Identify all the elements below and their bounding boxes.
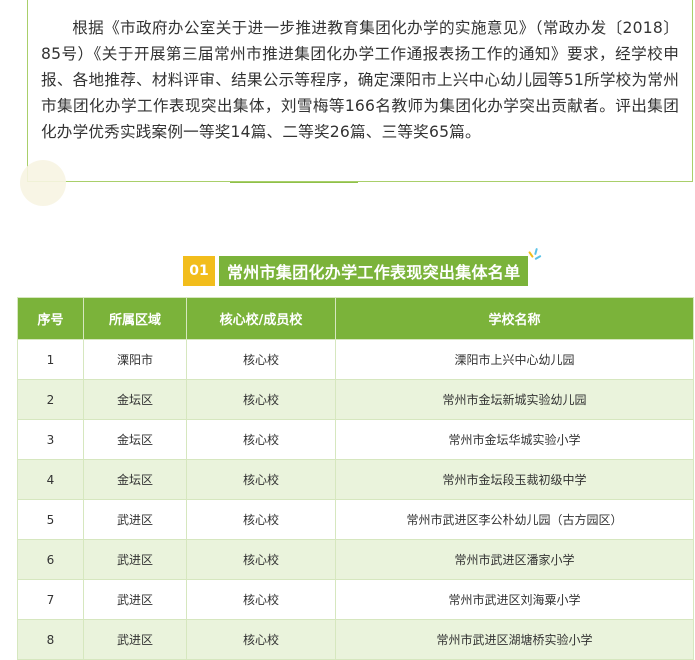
- cell-region: 武进区: [83, 619, 187, 660]
- intro-box: 根据《市政府办公室关于进一步推进教育集团化办学的实施意见》（常政办发〔2018〕…: [27, 0, 693, 182]
- header-school-name: 学校名称: [335, 297, 694, 340]
- cell-school-type: 核心校: [186, 459, 336, 500]
- table-row: 7 武进区 核心校 常州市武进区刘海粟小学: [17, 579, 694, 620]
- table-row: 4 金坛区 核心校 常州市金坛段玉裁初级中学: [17, 459, 694, 500]
- cell-index: 3: [17, 419, 84, 460]
- table-row: 5 武进区 核心校 常州市武进区李公朴幼儿园（古方园区）: [17, 499, 694, 540]
- schools-table-container: 序号 所属区域 核心校/成员校 学校名称 1 溧阳市 核心校 溧阳市上兴中心幼儿…: [17, 297, 694, 660]
- decorative-line: [230, 182, 358, 183]
- cell-school-name: 常州市武进区湖塘桥实验小学: [335, 619, 694, 660]
- decorative-circle: [20, 160, 66, 206]
- cell-index: 5: [17, 499, 84, 540]
- cell-region: 金坛区: [83, 419, 187, 460]
- intro-paragraph: 根据《市政府办公室关于进一步推进教育集团化办学的实施意见》（常政办发〔2018〕…: [41, 19, 679, 141]
- cell-school-type: 核心校: [186, 419, 336, 460]
- cell-school-name: 常州市金坛华城实验小学: [335, 419, 694, 460]
- header-index: 序号: [17, 297, 84, 340]
- table-row: 2 金坛区 核心校 常州市金坛新城实验幼儿园: [17, 379, 694, 420]
- cell-index: 4: [17, 459, 84, 500]
- cell-school-type: 核心校: [186, 579, 336, 620]
- cell-school-type: 核心校: [186, 539, 336, 580]
- header-school-type: 核心校/成员校: [186, 297, 336, 340]
- intro-divider: [28, 181, 692, 182]
- cell-region: 金坛区: [83, 379, 187, 420]
- cell-index: 1: [17, 339, 84, 380]
- sparkle-icon: [527, 247, 542, 261]
- cell-region: 武进区: [83, 539, 187, 580]
- cell-index: 2: [17, 379, 84, 420]
- cell-school-type: 核心校: [186, 499, 336, 540]
- section-title: 常州市集团化办学工作表现突出集体名单: [219, 256, 529, 286]
- cell-region: 金坛区: [83, 459, 187, 500]
- table-row: 6 武进区 核心校 常州市武进区潘家小学: [17, 539, 694, 580]
- schools-table: 序号 所属区域 核心校/成员校 学校名称 1 溧阳市 核心校 溧阳市上兴中心幼儿…: [17, 297, 694, 660]
- table-header-row: 序号 所属区域 核心校/成员校 学校名称: [17, 297, 694, 340]
- table-row: 8 武进区 核心校 常州市武进区湖塘桥实验小学: [17, 619, 694, 660]
- cell-index: 8: [17, 619, 84, 660]
- cell-school-name: 常州市武进区潘家小学: [335, 539, 694, 580]
- cell-school-name: 常州市武进区李公朴幼儿园（古方园区）: [335, 499, 694, 540]
- section-number-badge: 01: [183, 256, 215, 286]
- section-header: 01 常州市集团化办学工作表现突出集体名单: [183, 256, 529, 286]
- cell-region: 溧阳市: [83, 339, 187, 380]
- table-row: 3 金坛区 核心校 常州市金坛华城实验小学: [17, 419, 694, 460]
- cell-school-name: 常州市金坛段玉裁初级中学: [335, 459, 694, 500]
- cell-school-type: 核心校: [186, 339, 336, 380]
- cell-region: 武进区: [83, 499, 187, 540]
- cell-school-name: 常州市武进区刘海粟小学: [335, 579, 694, 620]
- cell-region: 武进区: [83, 579, 187, 620]
- cell-school-type: 核心校: [186, 619, 336, 660]
- cell-school-name: 常州市金坛新城实验幼儿园: [335, 379, 694, 420]
- cell-index: 7: [17, 579, 84, 620]
- cell-school-type: 核心校: [186, 379, 336, 420]
- header-region: 所属区域: [83, 297, 187, 340]
- cell-school-name: 溧阳市上兴中心幼儿园: [335, 339, 694, 380]
- table-row: 1 溧阳市 核心校 溧阳市上兴中心幼儿园: [17, 339, 694, 380]
- cell-index: 6: [17, 539, 84, 580]
